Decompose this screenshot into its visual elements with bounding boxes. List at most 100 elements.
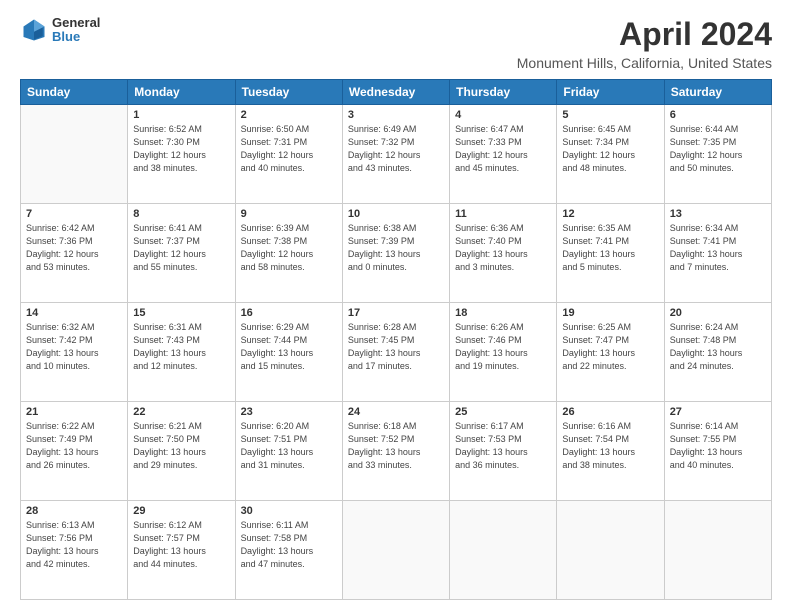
day-number: 23 bbox=[241, 406, 337, 418]
day-info: Sunrise: 6:28 AM Sunset: 7:45 PM Dayligh… bbox=[348, 321, 444, 373]
col-friday: Friday bbox=[557, 80, 664, 105]
day-number: 8 bbox=[133, 208, 229, 220]
day-number: 16 bbox=[241, 307, 337, 319]
table-row: 7 Sunrise: 6:42 AM Sunset: 7:36 PM Daylig… bbox=[21, 204, 128, 303]
day-info: Sunrise: 6:29 AM Sunset: 7:44 PM Dayligh… bbox=[241, 321, 337, 373]
day-info: Sunrise: 6:22 AM Sunset: 7:49 PM Dayligh… bbox=[26, 420, 122, 472]
main-title: April 2024 bbox=[517, 16, 772, 53]
day-number: 17 bbox=[348, 307, 444, 319]
day-info: Sunrise: 6:45 AM Sunset: 7:34 PM Dayligh… bbox=[562, 123, 658, 175]
day-number: 1 bbox=[133, 109, 229, 121]
day-info: Sunrise: 6:20 AM Sunset: 7:51 PM Dayligh… bbox=[241, 420, 337, 472]
col-tuesday: Tuesday bbox=[235, 80, 342, 105]
day-number: 24 bbox=[348, 406, 444, 418]
day-number: 3 bbox=[348, 109, 444, 121]
day-info: Sunrise: 6:52 AM Sunset: 7:30 PM Dayligh… bbox=[133, 123, 229, 175]
calendar-header-row: Sunday Monday Tuesday Wednesday Thursday… bbox=[21, 80, 772, 105]
table-row bbox=[450, 501, 557, 600]
day-number: 9 bbox=[241, 208, 337, 220]
day-number: 12 bbox=[562, 208, 658, 220]
table-row: 18 Sunrise: 6:26 AM Sunset: 7:46 PM Dayli… bbox=[450, 303, 557, 402]
day-info: Sunrise: 6:35 AM Sunset: 7:41 PM Dayligh… bbox=[562, 222, 658, 274]
table-row: 22 Sunrise: 6:21 AM Sunset: 7:50 PM Dayli… bbox=[128, 402, 235, 501]
day-number: 5 bbox=[562, 109, 658, 121]
table-row bbox=[342, 501, 449, 600]
col-wednesday: Wednesday bbox=[342, 80, 449, 105]
col-sunday: Sunday bbox=[21, 80, 128, 105]
page: General Blue April 2024 Monument Hills, … bbox=[0, 0, 792, 612]
day-info: Sunrise: 6:38 AM Sunset: 7:39 PM Dayligh… bbox=[348, 222, 444, 274]
day-number: 25 bbox=[455, 406, 551, 418]
day-info: Sunrise: 6:25 AM Sunset: 7:47 PM Dayligh… bbox=[562, 321, 658, 373]
day-number: 15 bbox=[133, 307, 229, 319]
day-info: Sunrise: 6:47 AM Sunset: 7:33 PM Dayligh… bbox=[455, 123, 551, 175]
table-row: 1 Sunrise: 6:52 AM Sunset: 7:30 PM Daylig… bbox=[128, 105, 235, 204]
day-info: Sunrise: 6:42 AM Sunset: 7:36 PM Dayligh… bbox=[26, 222, 122, 274]
logo: General Blue bbox=[20, 16, 100, 45]
title-block: April 2024 Monument Hills, California, U… bbox=[517, 16, 772, 71]
table-row: 29 Sunrise: 6:12 AM Sunset: 7:57 PM Dayli… bbox=[128, 501, 235, 600]
table-row: 6 Sunrise: 6:44 AM Sunset: 7:35 PM Daylig… bbox=[664, 105, 771, 204]
day-info: Sunrise: 6:34 AM Sunset: 7:41 PM Dayligh… bbox=[670, 222, 766, 274]
day-number: 21 bbox=[26, 406, 122, 418]
day-number: 11 bbox=[455, 208, 551, 220]
table-row: 10 Sunrise: 6:38 AM Sunset: 7:39 PM Dayli… bbox=[342, 204, 449, 303]
day-info: Sunrise: 6:50 AM Sunset: 7:31 PM Dayligh… bbox=[241, 123, 337, 175]
header: General Blue April 2024 Monument Hills, … bbox=[20, 16, 772, 71]
table-row: 17 Sunrise: 6:28 AM Sunset: 7:45 PM Dayli… bbox=[342, 303, 449, 402]
calendar-week-row: 1 Sunrise: 6:52 AM Sunset: 7:30 PM Daylig… bbox=[21, 105, 772, 204]
table-row: 14Sunrise: 6:32 AM Sunset: 7:42 PM Dayli… bbox=[21, 303, 128, 402]
day-info: Sunrise: 6:16 AM Sunset: 7:54 PM Dayligh… bbox=[562, 420, 658, 472]
day-info: Sunrise: 6:32 AM Sunset: 7:42 PM Dayligh… bbox=[26, 321, 122, 373]
day-info: Sunrise: 6:44 AM Sunset: 7:35 PM Dayligh… bbox=[670, 123, 766, 175]
day-info: Sunrise: 6:14 AM Sunset: 7:55 PM Dayligh… bbox=[670, 420, 766, 472]
calendar-table: Sunday Monday Tuesday Wednesday Thursday… bbox=[20, 79, 772, 600]
table-row: 21 Sunrise: 6:22 AM Sunset: 7:49 PM Dayli… bbox=[21, 402, 128, 501]
table-row: 25 Sunrise: 6:17 AM Sunset: 7:53 PM Dayli… bbox=[450, 402, 557, 501]
table-row: 9 Sunrise: 6:39 AM Sunset: 7:38 PM Daylig… bbox=[235, 204, 342, 303]
day-info: Sunrise: 6:39 AM Sunset: 7:38 PM Dayligh… bbox=[241, 222, 337, 274]
calendar-week-row: 14Sunrise: 6:32 AM Sunset: 7:42 PM Dayli… bbox=[21, 303, 772, 402]
table-row: 23 Sunrise: 6:20 AM Sunset: 7:51 PM Dayli… bbox=[235, 402, 342, 501]
day-info: Sunrise: 6:13 AM Sunset: 7:56 PM Dayligh… bbox=[26, 519, 122, 571]
day-info: Sunrise: 6:18 AM Sunset: 7:52 PM Dayligh… bbox=[348, 420, 444, 472]
day-info: Sunrise: 6:49 AM Sunset: 7:32 PM Dayligh… bbox=[348, 123, 444, 175]
table-row: 5 Sunrise: 6:45 AM Sunset: 7:34 PM Daylig… bbox=[557, 105, 664, 204]
col-monday: Monday bbox=[128, 80, 235, 105]
day-info: Sunrise: 6:12 AM Sunset: 7:57 PM Dayligh… bbox=[133, 519, 229, 571]
day-number: 18 bbox=[455, 307, 551, 319]
day-info: Sunrise: 6:11 AM Sunset: 7:58 PM Dayligh… bbox=[241, 519, 337, 571]
table-row: 16 Sunrise: 6:29 AM Sunset: 7:44 PM Dayli… bbox=[235, 303, 342, 402]
day-number: 7 bbox=[26, 208, 122, 220]
table-row bbox=[557, 501, 664, 600]
day-info: Sunrise: 6:17 AM Sunset: 7:53 PM Dayligh… bbox=[455, 420, 551, 472]
day-info: Sunrise: 6:24 AM Sunset: 7:48 PM Dayligh… bbox=[670, 321, 766, 373]
day-number: 28 bbox=[26, 505, 122, 517]
table-row: 26 Sunrise: 6:16 AM Sunset: 7:54 PM Dayli… bbox=[557, 402, 664, 501]
day-number: 29 bbox=[133, 505, 229, 517]
day-number: 6 bbox=[670, 109, 766, 121]
table-row: 15Sunrise: 6:31 AM Sunset: 7:43 PM Dayli… bbox=[128, 303, 235, 402]
logo-icon bbox=[20, 16, 48, 44]
subtitle: Monument Hills, California, United State… bbox=[517, 55, 772, 71]
day-number: 10 bbox=[348, 208, 444, 220]
table-row: 20 Sunrise: 6:24 AM Sunset: 7:48 PM Dayli… bbox=[664, 303, 771, 402]
day-number: 2 bbox=[241, 109, 337, 121]
table-row bbox=[21, 105, 128, 204]
day-number: 19 bbox=[562, 307, 658, 319]
table-row: 28 Sunrise: 6:13 AM Sunset: 7:56 PM Dayli… bbox=[21, 501, 128, 600]
calendar-week-row: 28 Sunrise: 6:13 AM Sunset: 7:56 PM Dayli… bbox=[21, 501, 772, 600]
day-number: 22 bbox=[133, 406, 229, 418]
day-number: 13 bbox=[670, 208, 766, 220]
table-row: 3 Sunrise: 6:49 AM Sunset: 7:32 PM Daylig… bbox=[342, 105, 449, 204]
day-number: 4 bbox=[455, 109, 551, 121]
day-info: Sunrise: 6:26 AM Sunset: 7:46 PM Dayligh… bbox=[455, 321, 551, 373]
day-number: 27 bbox=[670, 406, 766, 418]
table-row: 27 Sunrise: 6:14 AM Sunset: 7:55 PM Dayli… bbox=[664, 402, 771, 501]
logo-blue-text: Blue bbox=[52, 30, 100, 44]
table-row: 4 Sunrise: 6:47 AM Sunset: 7:33 PM Daylig… bbox=[450, 105, 557, 204]
day-number: 26 bbox=[562, 406, 658, 418]
day-number: 20 bbox=[670, 307, 766, 319]
table-row: 24 Sunrise: 6:18 AM Sunset: 7:52 PM Dayli… bbox=[342, 402, 449, 501]
day-info: Sunrise: 6:21 AM Sunset: 7:50 PM Dayligh… bbox=[133, 420, 229, 472]
